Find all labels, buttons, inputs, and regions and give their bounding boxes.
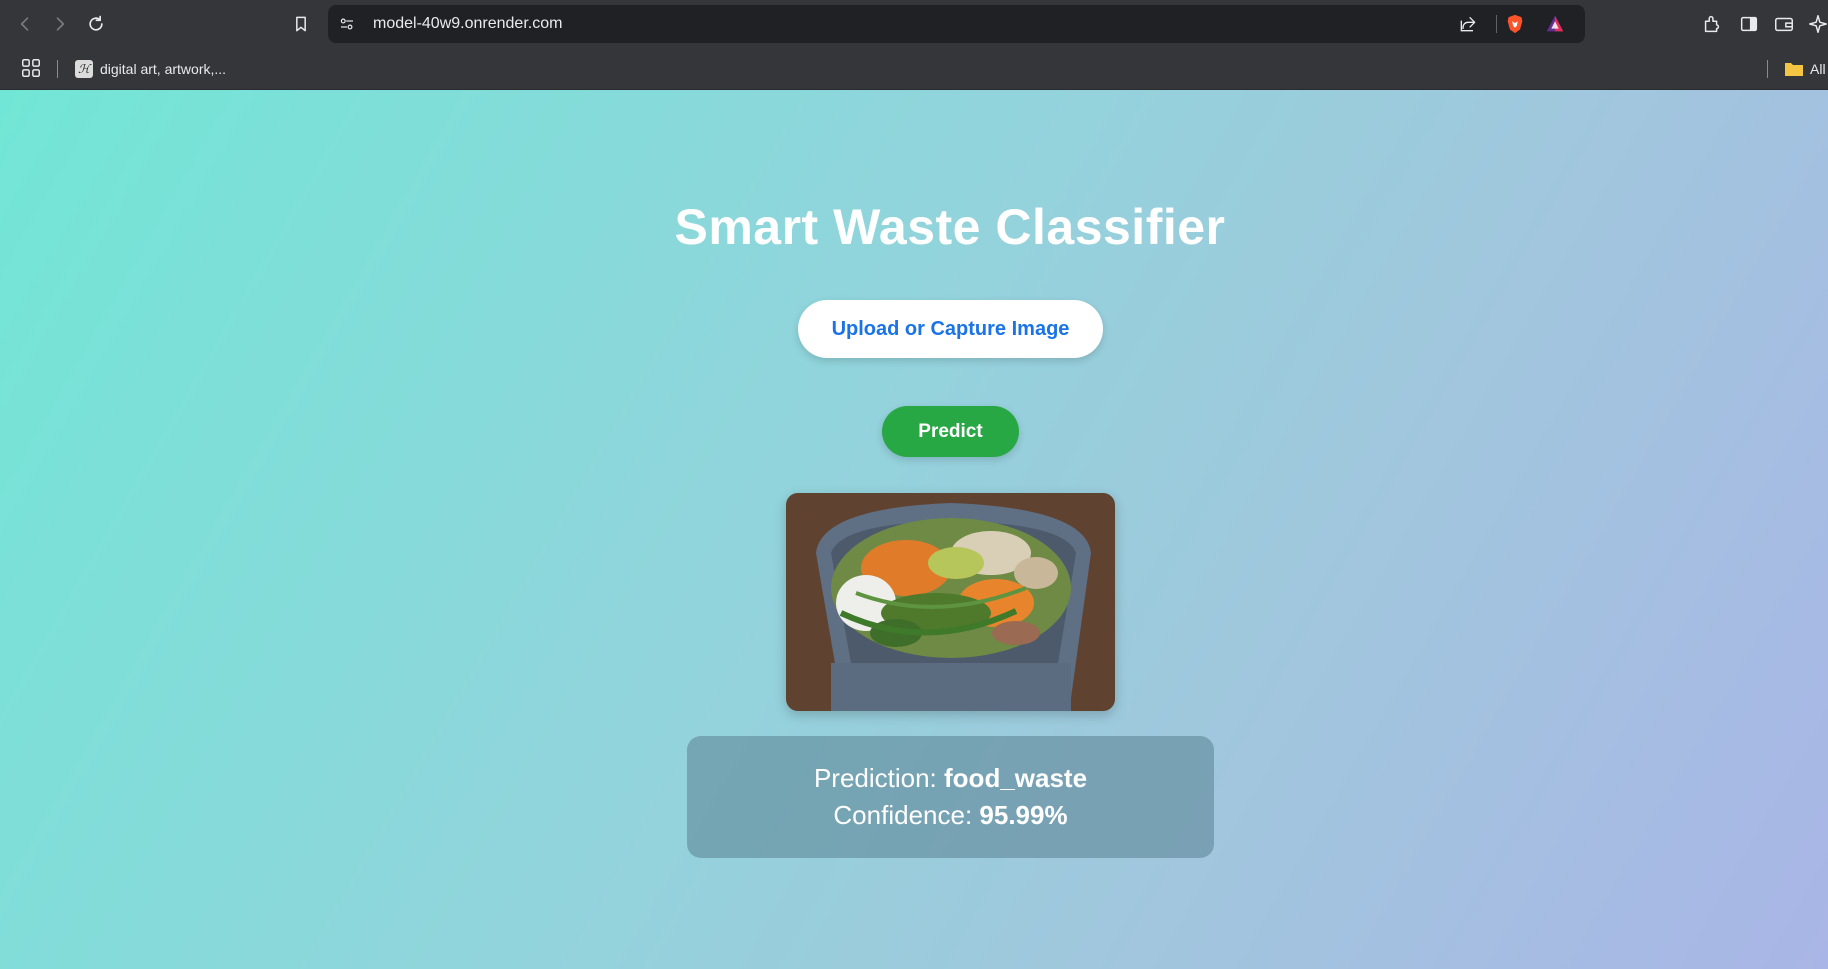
share-icon[interactable]: [1458, 14, 1478, 34]
reload-button[interactable]: [82, 10, 110, 38]
bookmark-favicon-icon: ℋ: [75, 60, 93, 78]
prediction-value: food_waste: [944, 763, 1088, 793]
sidebar-button[interactable]: [1737, 12, 1761, 36]
back-arrow-icon: [20, 17, 29, 31]
confidence-value: 95.99%: [979, 800, 1068, 830]
predict-button[interactable]: Predict: [882, 406, 1019, 457]
bookmark-icon: [296, 16, 306, 32]
brave-shields-icon[interactable]: [1504, 13, 1526, 35]
bookmarks-bar: ℋ digital art, artwork,... All: [0, 48, 1828, 90]
back-button[interactable]: [11, 10, 39, 38]
reload-icon: [89, 15, 103, 31]
all-bookmarks-label: All: [1810, 61, 1826, 77]
confidence-label: Confidence:: [833, 800, 973, 830]
address-divider: [1496, 15, 1497, 33]
forward-button[interactable]: [46, 10, 74, 38]
browser-toolbar: model-40w9.onrender.com: [0, 0, 1828, 48]
page-title: Smart Waste Classifier: [674, 199, 1226, 255]
page-content: Smart Waste Classifier Upload or Capture…: [0, 90, 1828, 969]
forward-arrow-icon: [56, 17, 65, 31]
uploaded-image-preview: [786, 493, 1115, 711]
sidebar-icon: [1740, 16, 1758, 32]
sparkle-icon: [1809, 15, 1827, 33]
wallet-button[interactable]: [1772, 12, 1796, 36]
result-panel: Prediction: food_waste Confidence: 95.99…: [687, 736, 1214, 858]
folder-icon: [1785, 63, 1803, 76]
prediction-line: Prediction: food_waste: [814, 763, 1087, 794]
puzzle-icon: [1704, 15, 1720, 33]
bookmarks-divider-right: [1767, 60, 1768, 78]
confidence-line: Confidence: 95.99%: [833, 800, 1067, 831]
prediction-label: Prediction:: [813, 763, 937, 793]
upload-button[interactable]: Upload or Capture Image: [798, 300, 1103, 358]
extensions-button[interactable]: [1700, 12, 1724, 36]
address-bar[interactable]: model-40w9.onrender.com: [328, 5, 1585, 43]
brave-rewards-icon[interactable]: [1544, 13, 1566, 35]
site-settings-icon[interactable]: [338, 15, 356, 33]
bookmarks-divider: [57, 60, 58, 78]
bookmark-label: digital art, artwork,...: [100, 61, 227, 77]
wallet-icon: [1775, 17, 1793, 32]
url-text[interactable]: model-40w9.onrender.com: [373, 5, 562, 43]
leo-ai-button[interactable]: [1806, 12, 1828, 36]
bookmark-button[interactable]: [287, 10, 315, 38]
food-waste-bin-image: [786, 493, 1115, 711]
apps-grid-icon[interactable]: [20, 57, 42, 79]
all-bookmarks-button[interactable]: All: [1784, 56, 1826, 82]
bookmark-item[interactable]: ℋ digital art, artwork,...: [75, 56, 226, 82]
